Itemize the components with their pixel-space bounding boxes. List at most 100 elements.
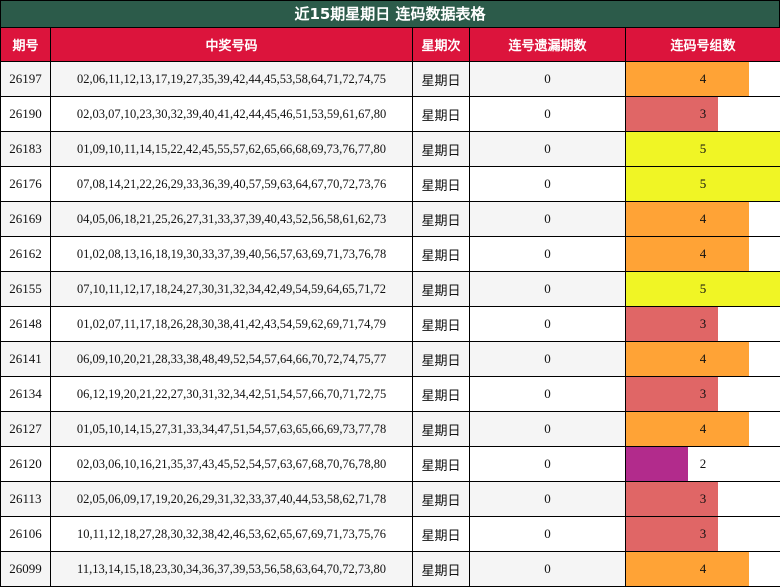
groups-cell: 3 xyxy=(625,306,780,342)
issue-cell: 26099 xyxy=(0,551,51,587)
groups-bar xyxy=(626,447,688,481)
table-row: 26162 01,02,08,13,16,18,19,30,33,37,39,40… xyxy=(0,236,780,272)
miss-cell: 0 xyxy=(469,516,626,552)
groups-value: 3 xyxy=(699,106,707,121)
groups-bar xyxy=(626,342,750,376)
miss-cell: 0 xyxy=(469,166,626,202)
numbers-cell: 02,03,06,10,16,21,35,37,43,45,52,54,57,6… xyxy=(50,446,413,482)
miss-cell: 0 xyxy=(469,96,626,132)
numbers-cell: 10,11,12,18,27,28,30,32,38,42,46,53,62,6… xyxy=(50,516,413,552)
groups-value: 4 xyxy=(699,211,707,226)
table-row: 26169 04,05,06,18,21,25,26,27,31,33,37,39… xyxy=(0,201,780,237)
issue-cell: 26169 xyxy=(0,201,51,237)
header-groups: 连码号组数 xyxy=(625,27,780,62)
table-row: 26120 02,03,06,10,16,21,35,37,43,45,52,54… xyxy=(0,446,780,482)
issue-cell: 26148 xyxy=(0,306,51,342)
numbers-cell: 02,06,11,12,13,17,19,27,35,39,42,44,45,5… xyxy=(50,61,413,97)
table-row: 26155 07,10,11,12,17,18,24,27,30,31,32,34… xyxy=(0,271,780,307)
numbers-cell: 01,02,07,11,17,18,26,28,30,38,41,42,43,5… xyxy=(50,306,413,342)
numbers-cell: 04,05,06,18,21,25,26,27,31,33,37,39,40,4… xyxy=(50,201,413,237)
numbers-cell: 02,05,06,09,17,19,20,26,29,31,32,33,37,4… xyxy=(50,481,413,517)
groups-value: 3 xyxy=(699,386,707,401)
issue-cell: 26176 xyxy=(0,166,51,202)
numbers-cell: 07,08,14,21,22,26,29,33,36,39,40,57,59,6… xyxy=(50,166,413,202)
groups-cell: 4 xyxy=(625,551,780,587)
day-cell: 星期日 xyxy=(412,61,470,97)
numbers-cell: 06,09,10,20,21,28,33,38,48,49,52,54,57,6… xyxy=(50,341,413,377)
numbers-cell: 06,12,19,20,21,22,27,30,31,32,34,42,51,5… xyxy=(50,376,413,412)
groups-value: 4 xyxy=(699,421,707,436)
groups-value: 5 xyxy=(699,176,707,191)
miss-cell: 0 xyxy=(469,236,626,272)
miss-cell: 0 xyxy=(469,341,626,377)
table-row: 26141 06,09,10,20,21,28,33,38,48,49,52,54… xyxy=(0,341,780,377)
groups-bar xyxy=(626,62,750,96)
numbers-cell: 02,03,07,10,23,30,32,39,40,41,42,44,45,4… xyxy=(50,96,413,132)
issue-cell: 26190 xyxy=(0,96,51,132)
table-row: 26183 01,09,10,11,14,15,22,42,45,55,57,62… xyxy=(0,131,780,167)
page: 近15期星期日 连码数据表格 期号 中奖号码 星期次 连号遗漏期数 连码号组数 … xyxy=(0,0,780,587)
groups-cell: 3 xyxy=(625,516,780,552)
issue-cell: 26113 xyxy=(0,481,51,517)
table-row: 26127 01,05,10,14,15,27,31,33,34,47,51,54… xyxy=(0,411,780,447)
groups-cell: 4 xyxy=(625,236,780,272)
groups-value: 3 xyxy=(699,526,707,541)
day-cell: 星期日 xyxy=(412,201,470,237)
miss-cell: 0 xyxy=(469,446,626,482)
groups-cell: 5 xyxy=(625,166,780,202)
issue-cell: 26120 xyxy=(0,446,51,482)
groups-bar xyxy=(626,552,750,586)
groups-value: 4 xyxy=(699,246,707,261)
groups-bar xyxy=(626,237,750,271)
day-cell: 星期日 xyxy=(412,551,470,587)
groups-cell: 4 xyxy=(625,201,780,237)
numbers-cell: 11,13,14,15,18,23,30,34,36,37,39,53,56,5… xyxy=(50,551,413,587)
day-cell: 星期日 xyxy=(412,236,470,272)
header-numbers: 中奖号码 xyxy=(50,27,413,62)
miss-cell: 0 xyxy=(469,376,626,412)
table-row: 26176 07,08,14,21,22,26,29,33,36,39,40,57… xyxy=(0,166,780,202)
groups-value: 4 xyxy=(699,351,707,366)
miss-cell: 0 xyxy=(469,481,626,517)
day-cell: 星期日 xyxy=(412,481,470,517)
issue-cell: 26134 xyxy=(0,376,51,412)
day-cell: 星期日 xyxy=(412,446,470,482)
issue-cell: 26197 xyxy=(0,61,51,97)
groups-bar xyxy=(626,202,750,236)
groups-cell: 3 xyxy=(625,96,780,132)
groups-value: 3 xyxy=(699,491,707,506)
table-title: 近15期星期日 连码数据表格 xyxy=(0,0,780,28)
groups-value: 5 xyxy=(699,281,707,296)
groups-bar xyxy=(626,412,750,446)
issue-cell: 26127 xyxy=(0,411,51,447)
issue-cell: 26162 xyxy=(0,236,51,272)
miss-cell: 0 xyxy=(469,551,626,587)
table-body: 26197 02,06,11,12,13,17,19,27,35,39,42,44… xyxy=(0,61,780,587)
day-cell: 星期日 xyxy=(412,96,470,132)
day-cell: 星期日 xyxy=(412,516,470,552)
table-row: 26099 11,13,14,15,18,23,30,34,36,37,39,53… xyxy=(0,551,780,587)
day-cell: 星期日 xyxy=(412,376,470,412)
groups-cell: 4 xyxy=(625,411,780,447)
table-row: 26106 10,11,12,18,27,28,30,32,38,42,46,53… xyxy=(0,516,780,552)
table-row: 26197 02,06,11,12,13,17,19,27,35,39,42,44… xyxy=(0,61,780,97)
numbers-cell: 01,05,10,14,15,27,31,33,34,47,51,54,57,6… xyxy=(50,411,413,447)
groups-cell: 5 xyxy=(625,131,780,167)
header-miss: 连号遗漏期数 xyxy=(469,27,626,62)
numbers-cell: 07,10,11,12,17,18,24,27,30,31,32,34,42,4… xyxy=(50,271,413,307)
issue-cell: 26155 xyxy=(0,271,51,307)
day-cell: 星期日 xyxy=(412,306,470,342)
header-issue: 期号 xyxy=(0,27,51,62)
groups-cell: 3 xyxy=(625,481,780,517)
groups-value: 2 xyxy=(699,456,707,471)
data-table: 期号 中奖号码 星期次 连号遗漏期数 连码号组数 26197 02,06,11,1… xyxy=(0,27,780,587)
table-row: 26113 02,05,06,09,17,19,20,26,29,31,32,33… xyxy=(0,481,780,517)
day-cell: 星期日 xyxy=(412,411,470,447)
miss-cell: 0 xyxy=(469,201,626,237)
numbers-cell: 01,02,08,13,16,18,19,30,33,37,39,40,56,5… xyxy=(50,236,413,272)
groups-cell: 2 xyxy=(625,446,780,482)
miss-cell: 0 xyxy=(469,411,626,447)
groups-cell: 4 xyxy=(625,341,780,377)
miss-cell: 0 xyxy=(469,271,626,307)
groups-value: 5 xyxy=(699,141,707,156)
